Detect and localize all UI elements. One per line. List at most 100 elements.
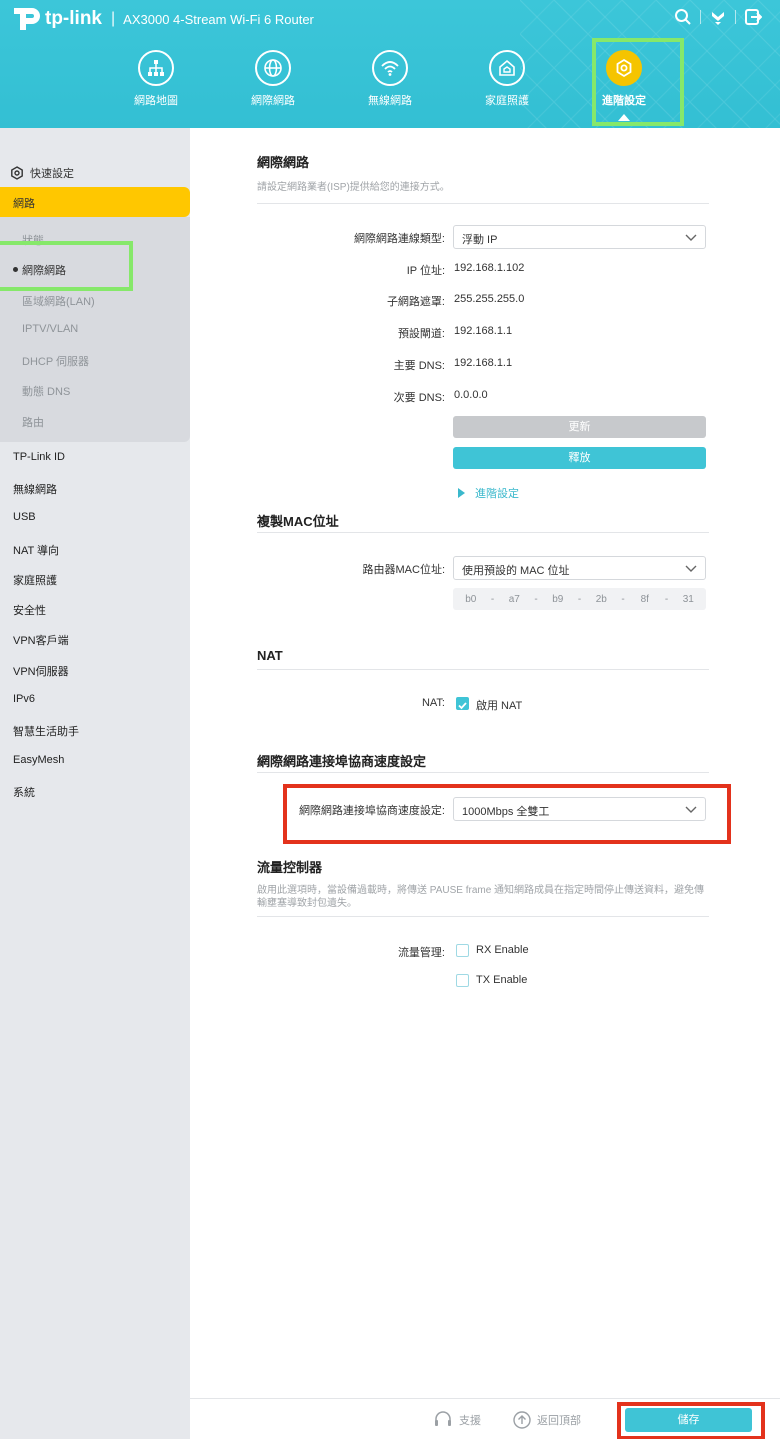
footer-bar: 支援 返回頂部 儲存 <box>190 1398 780 1439</box>
arrow-up-circle-icon <box>513 1411 531 1429</box>
sidebar-item-easymesh[interactable]: EasyMesh <box>13 754 64 766</box>
nav-label: 無線網路 <box>368 95 412 107</box>
sidebar-sub-lan[interactable]: 區域網路(LAN) <box>22 293 95 309</box>
advanced-settings-link[interactable]: 進階設定 <box>458 485 519 501</box>
back-to-top-label: 返回頂部 <box>537 1415 581 1427</box>
mac-separator: - <box>490 593 495 605</box>
sidebar-item-network[interactable]: 網路 <box>0 187 190 217</box>
quick-setup-icon <box>11 166 23 180</box>
router-mac-label: 路由器MAC位址: <box>362 564 446 576</box>
subnet-mask-label: 子網路遮罩: <box>386 296 445 308</box>
sidebar-sub-routing[interactable]: 路由 <box>22 414 44 430</box>
internet-section-title: 網際網路 <box>257 155 310 170</box>
nav-home-care[interactable]: 家庭照護 <box>462 50 552 108</box>
subnet-mask-value: 255.255.255.0 <box>454 293 525 305</box>
flow-section-title: 流量控制器 <box>257 860 323 875</box>
home-care-icon <box>499 59 515 76</box>
router-model: AX3000 4-Stream Wi-Fi 6 Router <box>123 11 314 27</box>
sidebar-quick-setup[interactable]: 快速設定 <box>10 165 74 181</box>
section-divider <box>257 772 709 773</box>
globe-icon <box>264 59 282 77</box>
header-separator: | <box>111 10 116 27</box>
sidebar-sub-iptv[interactable]: IPTV/VLAN <box>22 323 78 335</box>
router-mac-value: 使用預設的 MAC 位址 <box>462 565 570 577</box>
internet-section-description: 請設定網路業者(ISP)提供給您的連接方式。 <box>257 182 450 193</box>
section-divider <box>257 532 709 533</box>
mac-separator: - <box>577 593 582 605</box>
sidebar-item-smart-life[interactable]: 智慧生活助手 <box>13 723 79 739</box>
router-mac-select[interactable]: 使用預設的 MAC 位址 <box>453 556 706 580</box>
renew-button[interactable]: 更新 <box>453 416 706 438</box>
mac-separator: - <box>664 593 669 605</box>
chevron-down-icon <box>685 234 697 241</box>
flow-section-description: 啟用此選項時，當設備過載時，將傳送 PAUSE frame 通知網路成員在指定時… <box>257 885 705 909</box>
nav-label: 網路地圖 <box>134 95 178 107</box>
nav-circle <box>372 50 408 86</box>
mac-separator: - <box>621 593 625 605</box>
nat-label: NAT: <box>421 697 445 709</box>
mac-section-title: 複製MAC位址 <box>257 514 339 529</box>
top-toolbar <box>674 8 762 26</box>
speed-section-title: 網際網路連接埠協商速度設定 <box>257 754 427 769</box>
nav-wireless[interactable]: 無線網路 <box>345 50 435 108</box>
download-icon[interactable] <box>709 8 727 26</box>
tp-link-logo-icon <box>14 8 40 30</box>
back-to-top-link[interactable]: 返回頂部 <box>513 1411 581 1429</box>
sidebar-item-system[interactable]: 系統 <box>13 784 35 800</box>
mac-octet: b9 <box>552 593 564 605</box>
section-divider <box>257 669 709 670</box>
primary-dns-label: 主要 DNS: <box>393 360 445 372</box>
support-link[interactable]: 支援 <box>433 1411 481 1429</box>
ip-label: IP 位址: <box>406 265 445 277</box>
toolbar-divider <box>735 10 736 24</box>
mac-octet: 8f <box>640 593 649 605</box>
sidebar-sub-dhcp[interactable]: DHCP 伺服器 <box>22 353 89 369</box>
highlight-internet-sub <box>0 241 133 291</box>
sidebar-item-tplink-id[interactable]: TP-Link ID <box>13 451 65 463</box>
sidebar: 快速設定 網路 狀態 網際網路 區域網路(LAN) IPTV/VLAN DHCP… <box>0 128 190 1439</box>
sidebar-item-home-care[interactable]: 家庭照護 <box>13 572 57 588</box>
nat-enable-checkbox[interactable] <box>456 697 469 710</box>
rx-enable-checkbox[interactable] <box>456 944 469 957</box>
release-button[interactable]: 釋放 <box>453 447 706 469</box>
sidebar-item-wireless[interactable]: 無線網路 <box>13 481 57 497</box>
sidebar-item-vpn-server[interactable]: VPN伺服器 <box>13 663 69 679</box>
sidebar-item-ipv6[interactable]: IPv6 <box>13 693 35 705</box>
nav-circle <box>255 50 291 86</box>
search-icon[interactable] <box>674 8 692 26</box>
section-divider <box>257 203 709 204</box>
conn-type-value: 浮動 IP <box>462 234 498 246</box>
mac-octet: a7 <box>508 593 520 605</box>
rx-enable-label: RX Enable <box>476 944 529 956</box>
secondary-dns-label: 次要 DNS: <box>393 392 445 404</box>
conn-type-select[interactable]: 浮動 IP <box>453 225 706 249</box>
tx-enable-label: TX Enable <box>476 974 528 986</box>
quick-setup-label: 快速設定 <box>30 168 74 180</box>
expand-triangle-icon <box>458 488 465 498</box>
wifi-icon <box>381 61 399 76</box>
nav-circle <box>138 50 174 86</box>
secondary-dns-value: 0.0.0.0 <box>454 389 488 401</box>
sidebar-sub-ddns[interactable]: 動態 DNS <box>22 383 70 399</box>
sidebar-item-security[interactable]: 安全性 <box>13 602 46 618</box>
conn-type-label: 網際網路連線類型: <box>353 233 445 245</box>
highlight-advanced-nav <box>592 38 684 126</box>
logout-icon[interactable] <box>744 8 762 26</box>
mac-octet: 2b <box>595 593 607 605</box>
checkmark-icon <box>458 702 467 710</box>
network-map-icon <box>148 60 164 76</box>
mac-octet: 31 <box>682 593 694 605</box>
toolbar-divider <box>700 10 701 24</box>
nav-internet[interactable]: 網際網路 <box>228 50 318 108</box>
tp-link-logo[interactable]: tp-link | AX3000 4-Stream Wi-Fi 6 Router <box>12 6 314 32</box>
headset-icon <box>435 1411 451 1426</box>
nat-enable-label: 啟用 NAT <box>476 700 523 712</box>
gateway-value: 192.168.1.1 <box>454 325 513 337</box>
advanced-settings-label: 進階設定 <box>475 488 519 500</box>
sidebar-item-usb[interactable]: USB <box>13 511 36 523</box>
tx-enable-checkbox[interactable] <box>456 974 469 987</box>
mac-address-field: b0 - a7 - b9 - 2b - 8f - 31 <box>453 588 706 610</box>
sidebar-item-nat-forwarding[interactable]: NAT 導向 <box>13 542 59 558</box>
nav-network-map[interactable]: 網路地圖 <box>111 50 201 108</box>
sidebar-item-vpn-client[interactable]: VPN客戶端 <box>13 632 69 648</box>
